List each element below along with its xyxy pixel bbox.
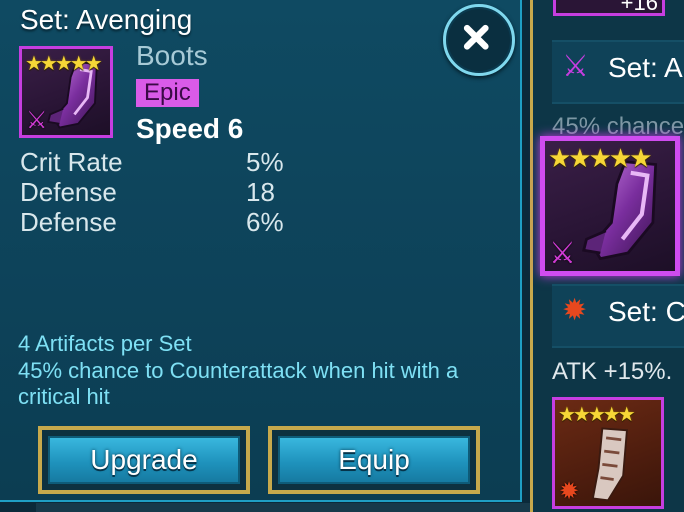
artifact-list-item-selected[interactable]: ★★★★★ ⚔ (540, 136, 680, 276)
set-header-description: ATK +15%. (552, 358, 673, 385)
cursed-set-icon: ✹ (562, 294, 588, 327)
star-rating: ★★★★★ (25, 53, 103, 75)
substat-name: Defense (20, 177, 117, 207)
artifact-list-item[interactable]: ★★★★★ ✹ (552, 397, 664, 509)
upgrade-button-label: Upgrade (48, 436, 240, 484)
star-rating: ★★★★★ (558, 404, 636, 426)
artifact-type: Boots (136, 40, 208, 71)
star-rating: ★★★★★ (548, 143, 653, 173)
artifact-level: +16 (620, 0, 658, 15)
set-title: Set: Avenging (20, 4, 193, 35)
set-header-title: Set: C (608, 296, 684, 327)
avenging-set-icon: ⚔ (562, 50, 589, 83)
set-bonus-description: 45% chance to Counterattack when hit wit… (18, 358, 459, 409)
set-header-avenging: ⚔ Set: A (552, 40, 684, 104)
primary-stat: Speed 6 (136, 113, 244, 144)
substat-value: 18 (246, 177, 275, 207)
close-button[interactable] (443, 4, 515, 76)
artifact-list-item[interactable]: +16 (553, 0, 665, 16)
set-count: 4 Artifacts per Set (18, 331, 192, 356)
avenging-set-icon: ⚔ (549, 237, 576, 270)
rarity-badge: Epic (136, 79, 199, 107)
substat-value: 6% (246, 207, 284, 237)
artifact-info-panel: Set: Avenging ★★★★★ ⚔ Boots Epic Speed 6… (0, 0, 522, 502)
substat-value: 5% (246, 147, 284, 177)
set-header-title: Set: A (608, 52, 683, 83)
upgrade-button[interactable]: Upgrade (38, 426, 250, 494)
substat-name: Defense (20, 207, 117, 237)
equip-button[interactable]: Equip (268, 426, 480, 494)
equip-button-label: Equip (278, 436, 470, 484)
close-icon (463, 24, 489, 50)
avenging-set-icon: ⚔ (26, 107, 48, 134)
artifact-thumbnail: ★★★★★ ⚔ (19, 46, 113, 138)
cursed-set-icon: ✹ (559, 478, 580, 505)
set-header-cursed: ✹ Set: C (552, 284, 684, 348)
horizontal-scrollbar[interactable] (36, 503, 536, 512)
substat-name: Crit Rate (20, 147, 123, 177)
